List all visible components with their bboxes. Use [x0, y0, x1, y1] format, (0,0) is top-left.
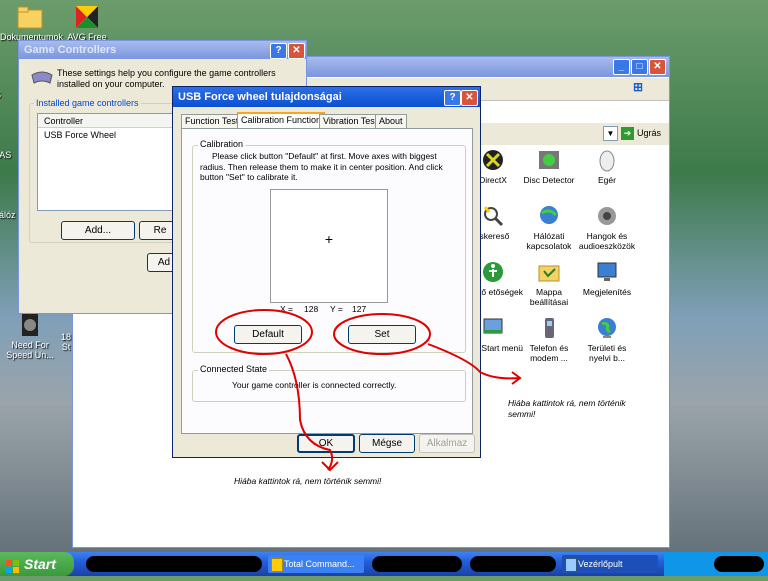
red-annotations — [215, 309, 522, 472]
task-label: Total Command... — [284, 559, 355, 569]
start-button[interactable]: Start — [0, 552, 74, 576]
redacted-task — [470, 556, 556, 572]
default-button-circle — [215, 309, 313, 355]
windows-logo-icon — [6, 557, 20, 573]
task-label: Vezérlőpult — [578, 559, 623, 569]
task-control-panel[interactable]: Vezérlőpult — [562, 555, 658, 573]
annotation-note: Hiába kattintok rá, nem történik semmi! — [508, 398, 626, 419]
taskbar: Start Total Command... Vezérlőpult — [0, 552, 768, 576]
redacted-task — [372, 556, 462, 572]
total-commander-icon — [271, 558, 283, 572]
annotation-note: Hiába kattintok rá, nem történik semmi! — [234, 476, 382, 486]
start-label: Start — [24, 556, 56, 572]
redacted-task — [86, 556, 262, 572]
task-total-commander[interactable]: Total Command... — [268, 555, 364, 573]
system-tray — [664, 552, 768, 576]
control-panel-icon — [565, 558, 577, 572]
arrow-line-default — [285, 353, 334, 471]
set-button-circle — [333, 313, 431, 355]
arrow-line-set — [427, 343, 521, 380]
redacted-clock — [714, 556, 764, 572]
